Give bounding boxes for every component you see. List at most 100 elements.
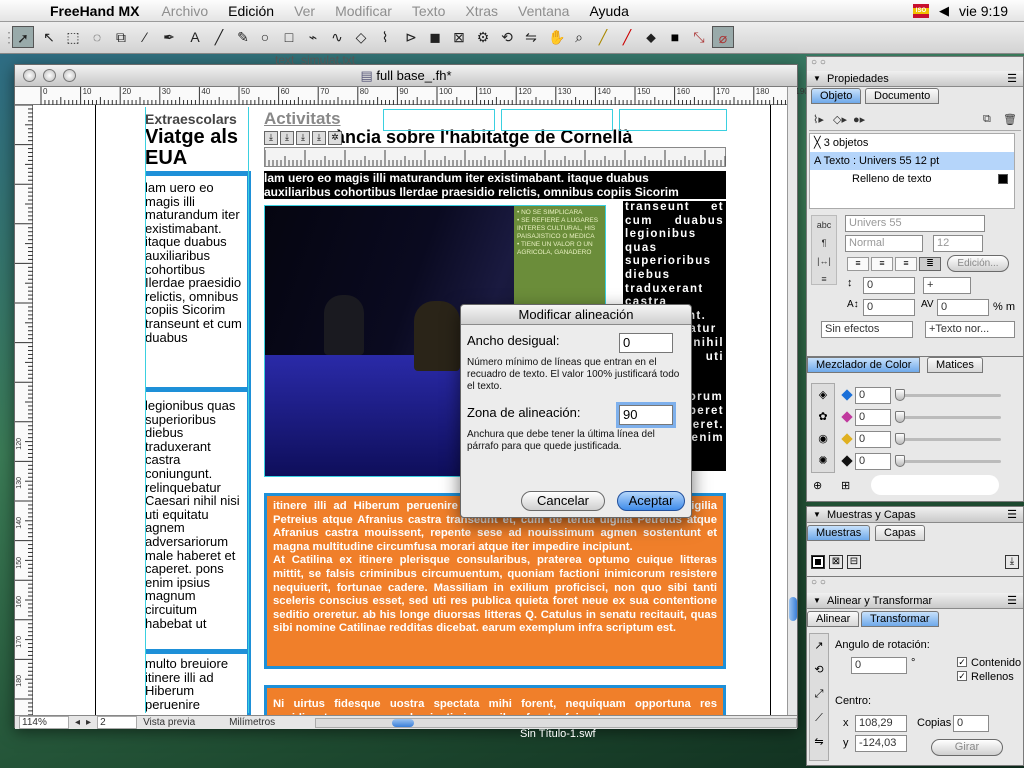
tab-stop-buttons[interactable]: ⤓ ⤓ ⤓ ⤓ ✲ [264,131,344,147]
slider-knob[interactable] [895,455,905,467]
document-title-bar[interactable]: ▤ full base_.fh* [15,65,797,87]
properties-panel-title[interactable]: Propiedades ☰ [807,71,1023,87]
cancel-button[interactable]: Cancelar [521,491,605,511]
swap-colors-tool-icon[interactable]: ⤡ [688,26,710,48]
vertical-scrollbar[interactable] [787,87,797,715]
tab-objeto[interactable]: Objeto [811,88,862,104]
eraser-tool-icon[interactable]: ◇ [350,26,372,48]
horizontal-scrollbar[interactable] [315,717,797,728]
rotate-mode-icon[interactable]: ⟲ [810,658,828,682]
line-tool-icon[interactable]: ╱ [208,26,230,48]
selected-text-line-2[interactable]: auxiliaribus cohortibus Ilerdae praesidi… [264,185,726,199]
tab-matices[interactable]: Matices [927,357,983,373]
tab-decimal-icon[interactable]: ⤓ [312,131,326,145]
units-select[interactable]: Milímetros [229,717,309,728]
text-ruler[interactable] [264,147,726,167]
leading-input[interactable]: 0 [863,277,915,294]
brush-tool-icon[interactable]: ⌇ [374,26,396,48]
girar-button[interactable]: Girar [931,739,1003,756]
swatch-black-icon[interactable]: ■ [664,26,686,48]
selected-text-line-1[interactable]: lam uero eo magis illi maturandum iter e… [264,171,726,185]
object-list-row-selected[interactable]: A Texto : Univers 55 12 pt [810,152,1014,170]
close-window-button[interactable] [23,69,36,82]
scale-tool-icon[interactable]: ⧉ [110,26,132,48]
edition-button[interactable]: Edición... [947,255,1009,272]
tab-alinear[interactable]: Alinear [807,611,860,627]
pen-tool-icon[interactable]: ✒ [158,26,180,48]
scroll-thumb[interactable] [789,597,797,621]
color-channel-input[interactable]: 0 [855,387,891,404]
menu-xtras[interactable]: Xtras [455,3,508,19]
knife-tool-icon[interactable]: ⌁ [302,26,324,48]
prev-page-button[interactable]: ◂ [75,717,80,728]
menu-ayuda[interactable]: Ayuda [579,3,638,19]
scale-mode-icon[interactable]: ⤢ [810,682,828,706]
effect-add-icon[interactable]: ●▸ [853,113,865,126]
page-tool-icon[interactable]: ⬚ [62,26,84,48]
contenido-checkbox[interactable]: ✓ [957,657,967,667]
menu-archivo[interactable]: Archivo [151,3,218,19]
rellenos-checkbox[interactable]: ✓ [957,671,967,681]
object-list-row[interactable]: Relleno de texto [810,170,1014,188]
chart-tool-icon[interactable]: ⚙ [472,26,494,48]
paint-bucket-tool-icon[interactable]: ⬥ [640,26,662,48]
input-language-flag-icon[interactable]: ISO [912,3,929,18]
menu-edicion[interactable]: Edición [218,3,284,19]
slider-knob[interactable] [895,411,905,423]
color-channel-input[interactable]: 0 [855,453,891,470]
delete-item-icon[interactable]: 🗑 [1003,113,1017,126]
font-family-select[interactable]: Univers 55 [845,215,985,232]
page-number[interactable]: 2 [97,716,138,729]
scroll-thumb[interactable] [392,718,415,727]
horizontal-ruler[interactable]: 0 10 20 30 40 50 60 70 80 90 100 110 120 130 140 150 160… [15,87,830,105]
system-color-icon[interactable]: ✺ [812,450,834,472]
slider-knob[interactable] [895,433,905,445]
tab-center-icon[interactable]: ⤓ [280,131,294,145]
extrude-tool-icon[interactable]: ◼ [424,26,446,48]
ok-button[interactable]: Aceptar [617,491,685,511]
white-swatch-icon[interactable]: ⊟ [847,555,861,569]
tab-documento[interactable]: Documento [865,88,940,104]
color-channel-slider[interactable] [897,438,1001,441]
reflect-mode-icon[interactable]: ⇋ [810,730,828,754]
tint-grid-icon[interactable]: ⊞ [841,479,850,492]
fill-color-tool-icon[interactable]: ╱ [616,26,638,48]
tab-capas[interactable]: Capas [875,525,925,541]
cmyk-mode-icon[interactable]: ◈ [812,384,834,406]
pencil-tool-icon[interactable]: ✎ [232,26,254,48]
none-swatch-icon[interactable]: ⊠ [829,555,843,569]
menu-ventana[interactable]: Ventana [508,3,579,19]
zona-alineacion-input[interactable]: 90 [619,405,673,425]
move-mode-icon[interactable]: ↗ [810,634,828,658]
stroke-add-icon[interactable]: ⌇▸ [813,113,824,126]
color-channel-slider[interactable] [897,394,1001,397]
more-text-select[interactable]: +Texto nor... [925,321,1015,338]
orange-text-frame-1[interactable]: itinere illi ad Hiberum peruenire possen… [264,493,726,669]
zoom-window-button[interactable] [63,69,76,82]
leading-mode-select[interactable]: + [923,277,971,294]
view-mode-select[interactable]: Vista previa [143,717,223,728]
eyedropper-tool-icon[interactable]: ⁄ [134,26,156,48]
center-y-input[interactable]: -124,03 [855,735,907,752]
tab-transformar[interactable]: Transformar [861,611,939,627]
align-justify-icon[interactable]: ≣ [919,257,941,271]
color-preview[interactable] [871,475,999,495]
zoom-tool-icon[interactable]: ⌕ [568,26,590,48]
connector-tool-icon[interactable]: ⊳ [400,26,422,48]
color-channel-input[interactable]: 0 [855,409,891,426]
fill-add-icon[interactable]: ◇▸ [833,113,847,126]
app-menu[interactable]: FreeHand MX [38,3,151,19]
color-channel-slider[interactable] [897,416,1001,419]
volume-icon[interactable]: ◀ [939,3,949,19]
fill-swatch[interactable] [998,174,1008,184]
effects-select[interactable]: Sin efectos [821,321,913,338]
object-list-row[interactable]: ╳ 3 objetos [810,134,1014,152]
rectangle-tool-icon[interactable]: □ [278,26,300,48]
align-center-icon[interactable]: ≡ [871,257,893,271]
transform-panel-title[interactable]: Alinear y Transformar ☰ [807,593,1023,609]
panel-menu-icon[interactable]: ☰ [1007,507,1017,523]
import-swatches-icon[interactable]: ⤓ [1005,555,1019,569]
ancho-desigual-input[interactable]: 0 [619,333,673,353]
rotate-tool-icon[interactable]: ⟲ [496,26,518,48]
skew-mode-icon[interactable]: ⟋ [810,706,828,730]
